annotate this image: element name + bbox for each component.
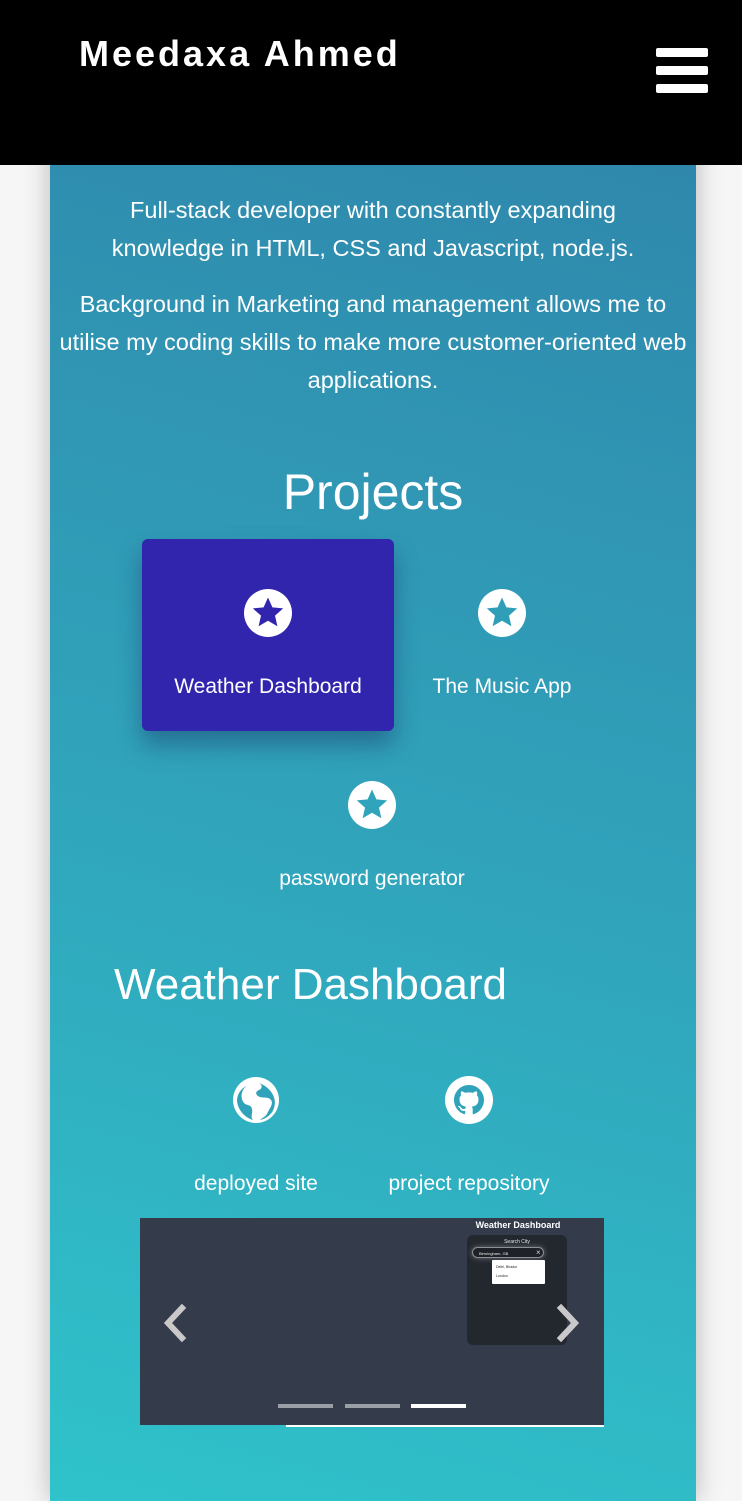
github-icon bbox=[445, 1076, 493, 1124]
preview-search-label: Search City bbox=[504, 1239, 530, 1245]
preview-option: Delhi, Bhadur bbox=[496, 1265, 518, 1269]
star-icon bbox=[478, 589, 526, 637]
top-navbar: Meedaxa Ahmed bbox=[0, 0, 742, 165]
chevron-left-icon[interactable] bbox=[160, 1304, 190, 1342]
project-label: Weather Dashboard bbox=[174, 675, 362, 698]
main-panel: Full-stack developer with constantly exp… bbox=[50, 165, 696, 1501]
chevron-right-icon[interactable] bbox=[553, 1304, 583, 1342]
preview-option: London bbox=[496, 1274, 508, 1278]
project-label: password generator bbox=[279, 867, 465, 890]
carousel-indicators bbox=[278, 1404, 468, 1408]
project-card-weather-dashboard[interactable]: Weather Dashboard bbox=[142, 539, 394, 731]
preview-search-input: Birmingham, GB bbox=[472, 1247, 544, 1258]
globe-icon bbox=[233, 1077, 279, 1123]
preview-title: Weather Dashboard bbox=[475, 1220, 561, 1230]
close-icon: × bbox=[536, 1248, 541, 1257]
projects-heading: Projects bbox=[282, 464, 464, 520]
carousel-indicator[interactable] bbox=[345, 1404, 400, 1408]
project-repository-link[interactable]: project repository bbox=[364, 1076, 574, 1206]
carousel-divider bbox=[286, 1425, 604, 1427]
project-label: The Music App bbox=[432, 675, 572, 698]
project-card-music-app[interactable]: The Music App bbox=[376, 539, 628, 731]
star-icon bbox=[244, 589, 292, 637]
link-label: deployed site bbox=[194, 1172, 318, 1195]
carousel-indicator-active[interactable] bbox=[411, 1404, 466, 1408]
intro-background-text: Background in Marketing and management a… bbox=[59, 291, 687, 393]
deployed-site-link[interactable]: deployed site bbox=[151, 1076, 361, 1206]
project-card-password-generator[interactable]: password generator bbox=[246, 731, 498, 923]
brand-name[interactable]: Meedaxa Ahmed bbox=[79, 33, 401, 75]
carousel-indicator[interactable] bbox=[278, 1404, 333, 1408]
hamburger-menu-icon[interactable] bbox=[656, 48, 708, 94]
project-detail-heading: Weather Dashboard bbox=[114, 960, 507, 1009]
star-icon bbox=[348, 781, 396, 829]
link-label: project repository bbox=[388, 1172, 550, 1195]
screenshot-carousel[interactable]: Weather Dashboard Search City Birmingham… bbox=[140, 1218, 604, 1425]
preview-dropdown: Delhi, Bhadur London bbox=[492, 1260, 545, 1284]
intro-text: Full-stack developer with constantly exp… bbox=[111, 197, 635, 261]
